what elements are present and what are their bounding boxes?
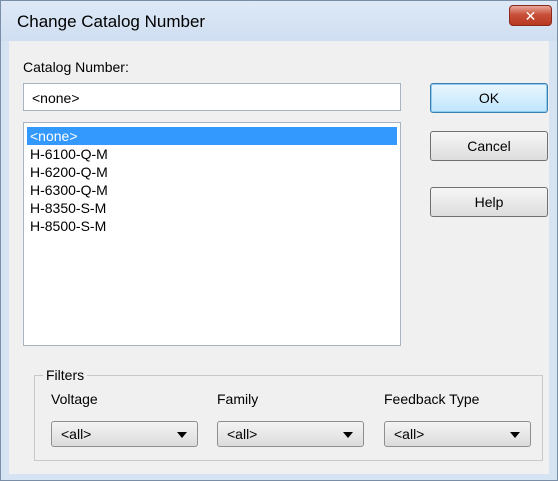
cancel-button[interactable]: Cancel	[430, 131, 548, 161]
list-item[interactable]: <none>	[27, 127, 397, 145]
family-select-value: <all>	[227, 426, 258, 442]
filters-legend: Filters	[43, 367, 88, 383]
family-label: Family	[217, 391, 259, 407]
chevron-down-icon	[177, 432, 187, 438]
catalog-number-label: Catalog Number:	[23, 59, 129, 75]
close-icon: ✕	[524, 7, 537, 24]
catalog-list[interactable]: <none> H-6100-Q-M H-6200-Q-M H-6300-Q-M …	[23, 122, 401, 346]
list-item[interactable]: H-8350-S-M	[27, 199, 397, 217]
chevron-down-icon	[510, 432, 520, 438]
chevron-down-icon	[343, 432, 353, 438]
filters-group	[34, 375, 543, 461]
feedback-type-select[interactable]: <all>	[384, 421, 531, 447]
catalog-number-input[interactable]: <none>	[23, 83, 401, 111]
feedback-type-select-value: <all>	[394, 426, 425, 442]
title-bar: Change Catalog Number ✕	[1, 1, 557, 41]
change-catalog-dialog: Change Catalog Number ✕ Catalog Number: …	[0, 0, 558, 481]
list-item[interactable]: H-6300-Q-M	[27, 181, 397, 199]
list-item[interactable]: H-8500-S-M	[27, 217, 397, 235]
voltage-select-value: <all>	[61, 426, 92, 442]
close-button[interactable]: ✕	[509, 5, 552, 26]
help-button[interactable]: Help	[430, 187, 548, 217]
feedback-type-label: Feedback Type	[384, 391, 480, 407]
list-item[interactable]: H-6100-Q-M	[27, 145, 397, 163]
voltage-select[interactable]: <all>	[51, 421, 198, 447]
list-item[interactable]: H-6200-Q-M	[27, 163, 397, 181]
ok-button[interactable]: OK	[430, 83, 548, 113]
family-select[interactable]: <all>	[217, 421, 364, 447]
voltage-label: Voltage	[51, 391, 98, 407]
dialog-title: Change Catalog Number	[17, 12, 206, 31]
